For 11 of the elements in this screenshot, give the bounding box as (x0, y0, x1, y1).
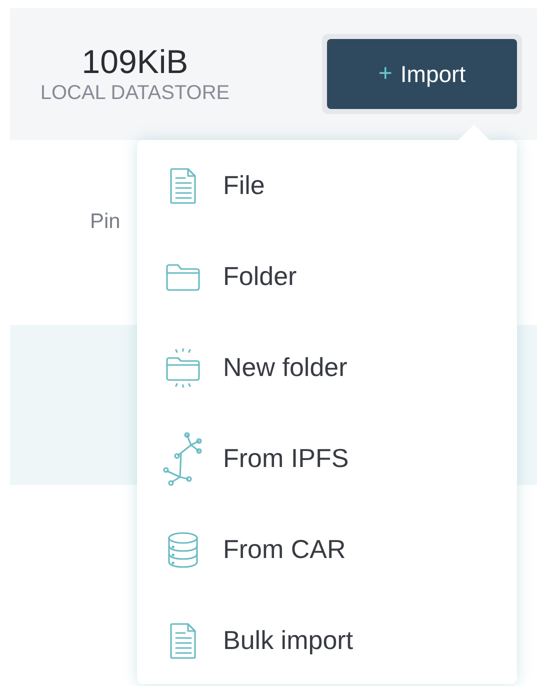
column-label: Pin (90, 209, 120, 235)
datastore-label: LOCAL DATASTORE (40, 81, 230, 105)
menu-item[interactable]: Folder (137, 231, 517, 322)
menu-item[interactable]: File (137, 140, 517, 231)
new-folder-icon (163, 348, 203, 388)
menu-item[interactable]: From IPFS (137, 413, 517, 504)
import-button[interactable]: + Import (327, 39, 517, 109)
menu-item[interactable]: Bulk import (137, 595, 517, 686)
menu-item[interactable]: From CAR (137, 504, 517, 595)
datastore-size: 109KiB (82, 43, 188, 81)
menu-item[interactable]: New folder (137, 322, 517, 413)
